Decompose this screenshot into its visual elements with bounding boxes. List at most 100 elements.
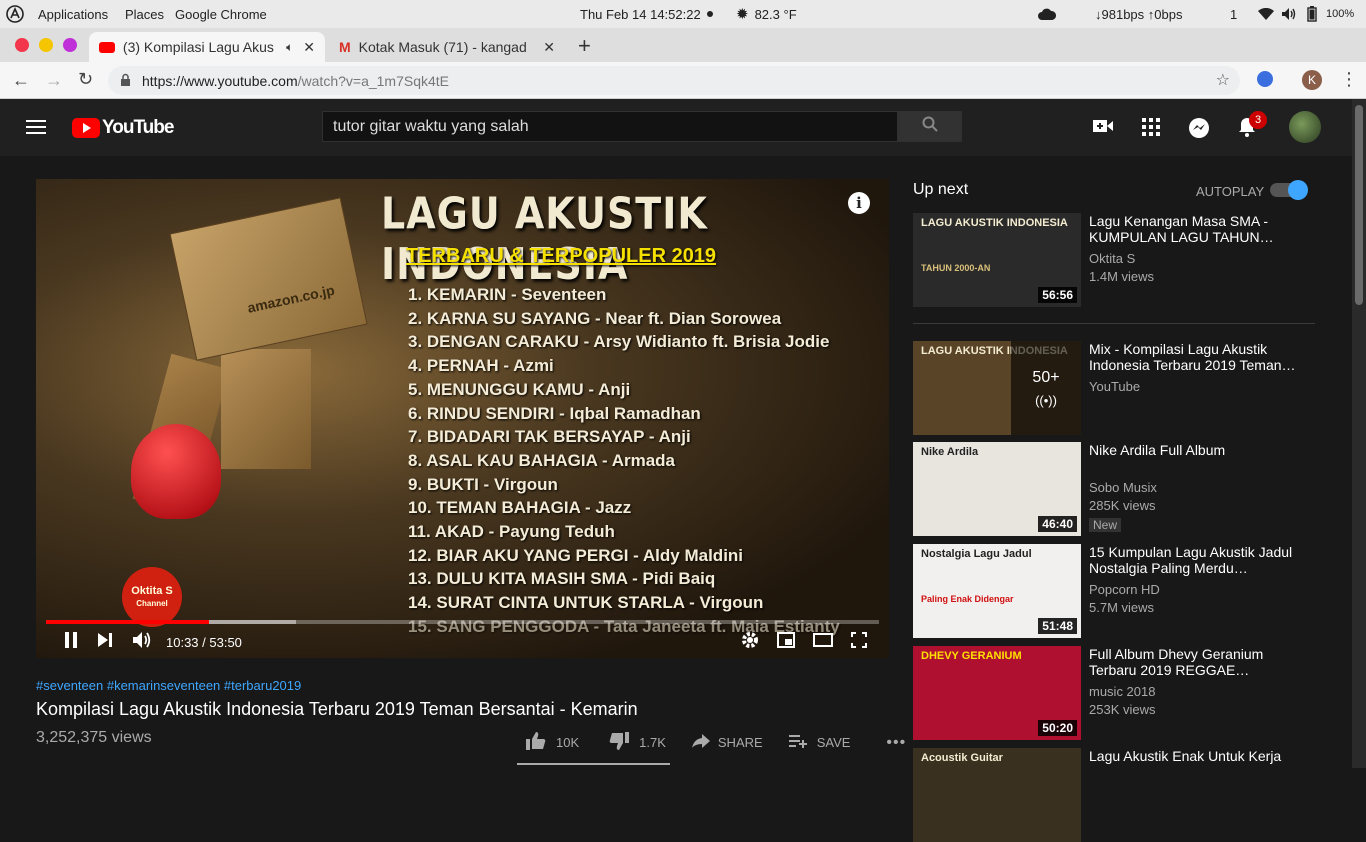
user-avatar[interactable] <box>1289 111 1321 143</box>
video-thumbnail[interactable]: LAGU AKUSTIK INDONESIA 50+ ((•)) <box>913 341 1081 435</box>
channel-name[interactable]: Sobo Musix <box>1089 480 1157 495</box>
share-button[interactable]: SHARE <box>691 734 763 751</box>
back-arrow-icon[interactable]: ← <box>12 70 30 91</box>
settings-gear-icon[interactable] <box>741 631 759 654</box>
workspace-indicator[interactable]: 1 <box>1230 0 1237 28</box>
volume-icon[interactable] <box>1281 0 1297 28</box>
activities-logo-icon[interactable] <box>6 0 24 28</box>
video-title[interactable]: Mix - Kompilasi Lagu Akustik Indonesia T… <box>1089 341 1304 373</box>
playlist-add-icon <box>788 734 807 751</box>
applications-menu[interactable]: Applications <box>38 0 108 28</box>
song-list-item: 13. DULU KITA MASIH SMA - Pidi Baiq <box>408 569 716 589</box>
video-thumbnail[interactable]: DHEVY GERANIUM 50:20 <box>913 646 1081 740</box>
bookmark-star-icon[interactable]: ☆ <box>1216 70 1230 90</box>
sentiment-bar <box>517 763 670 765</box>
places-menu[interactable]: Places <box>125 0 164 28</box>
thumbnail-text: Nostalgia Lagu Jadul <box>921 548 1032 560</box>
channel-name[interactable]: Oktita S <box>1089 251 1135 266</box>
video-thumbnail[interactable]: Acoustik Guitar <box>913 748 1081 842</box>
danbo-figure-body <box>221 349 311 469</box>
create-video-icon[interactable] <box>1093 118 1113 139</box>
close-window-button[interactable] <box>15 38 29 52</box>
dislike-button[interactable]: 1.7K <box>609 732 666 753</box>
tab-strip: (3) Kompilasi Lagu Akus 🔈︎ ✕ M Kotak Mas… <box>0 28 1366 62</box>
minimize-window-button[interactable] <box>39 38 53 52</box>
video-info: #seventeen #kemarinseventeen #terbaru201… <box>36 678 638 746</box>
cloud-icon[interactable] <box>1038 0 1056 28</box>
video-title[interactable]: 15 Kumpulan Lagu Akustik Jadul Nostalgia… <box>1089 544 1304 576</box>
video-title[interactable]: Lagu Akustik Enak Untuk Kerja <box>1089 748 1304 764</box>
video-title[interactable]: Nike Ardila Full Album <box>1089 442 1304 458</box>
video-thumbnail[interactable]: LAGU AKUSTIK INDONESIA TAHUN 2000-AN 56:56 <box>913 213 1081 307</box>
up-next-heading: Up next <box>913 181 969 198</box>
info-icon[interactable]: i <box>848 192 870 214</box>
thumbs-up-icon <box>526 732 546 753</box>
youtube-favicon-icon <box>99 41 115 53</box>
page-scrollbar[interactable] <box>1352 99 1366 768</box>
hashtags[interactable]: #seventeen #kemarinseventeen #terbaru201… <box>36 678 638 693</box>
video-title[interactable]: Lagu Kenangan Masa SMA - KUMPULAN LAGU T… <box>1089 213 1304 245</box>
up-next-video[interactable]: Nike Ardila 46:40 Nike Ardila Full Album So… <box>913 442 1315 536</box>
extension-icon[interactable] <box>1257 71 1273 87</box>
channel-name[interactable]: YouTube <box>1089 379 1140 394</box>
channel-name[interactable]: Popcorn HD <box>1089 582 1160 597</box>
volume-icon[interactable] <box>132 631 152 654</box>
song-list-item: 5. MENUNGGU KAMU - Anji <box>408 379 631 399</box>
autoplay-toggle[interactable] <box>1270 180 1308 200</box>
next-video-icon[interactable] <box>98 632 112 652</box>
up-next-video[interactable]: LAGU AKUSTIK INDONESIA 50+ ((•)) Mix - Komp… <box>913 341 1315 435</box>
search-input[interactable]: tutor gitar waktu yang salah <box>322 111 898 142</box>
tab-youtube[interactable]: (3) Kompilasi Lagu Akus 🔈︎ ✕ <box>89 32 325 62</box>
hamburger-menu-icon[interactable] <box>26 119 46 140</box>
close-tab-icon[interactable]: ✕ <box>303 39 315 56</box>
mix-overlay: 50+ ((•)) <box>1011 341 1081 435</box>
sun-icon: ✹ <box>736 6 749 23</box>
video-thumbnail[interactable]: Nike Ardila 46:40 <box>913 442 1081 536</box>
youtube-logo[interactable]: YouTube <box>72 117 174 139</box>
up-next-video[interactable]: LAGU AKUSTIK INDONESIA TAHUN 2000-AN 56:56… <box>913 213 1315 307</box>
like-button[interactable]: 10K <box>526 732 579 753</box>
search-icon <box>922 116 938 137</box>
apps-grid-icon[interactable] <box>1142 118 1160 141</box>
weather[interactable]: ✹ 82.3 °F <box>736 0 797 28</box>
video-duration: 46:40 <box>1038 516 1077 532</box>
pause-icon[interactable] <box>64 631 78 653</box>
progress-bar[interactable] <box>46 620 879 624</box>
forward-arrow-icon[interactable]: → <box>45 70 63 91</box>
video-title[interactable]: Full Album Dhevy Geranium Terbaru 2019 R… <box>1089 646 1304 678</box>
close-tab-icon[interactable]: ✕ <box>543 39 555 56</box>
chrome-menu-icon[interactable]: ⋮ <box>1340 69 1358 90</box>
up-next-divider <box>913 323 1315 324</box>
search-button[interactable] <box>897 111 962 142</box>
video-player[interactable]: amazon.co.jp Oktita S Channel LAGU AKUSTI… <box>36 179 889 658</box>
address-bar[interactable]: https://www.youtube.com/watch?v=a_1m7Sqk… <box>108 66 1240 95</box>
fullscreen-icon[interactable] <box>851 631 867 653</box>
up-next-video[interactable]: DHEVY GERANIUM 50:20 Full Album Dhevy Gera… <box>913 646 1315 740</box>
miniplayer-icon[interactable] <box>777 631 795 653</box>
browser-toolbar: ← → ↻ https://www.youtube.com/watch?v=a_… <box>0 62 1366 99</box>
new-tab-button[interactable]: + <box>578 33 591 59</box>
active-app-name[interactable]: Google Chrome <box>175 0 267 28</box>
audio-playing-icon[interactable]: 🔈︎ <box>286 40 293 55</box>
up-next-video[interactable]: Acoustik Guitar Lagu Akustik Enak Untuk K… <box>913 748 1315 842</box>
video-thumbnail[interactable]: Nostalgia Lagu Jadul Paling Enak Didengar… <box>913 544 1081 638</box>
wifi-icon[interactable] <box>1258 0 1274 28</box>
theater-mode-icon[interactable] <box>813 632 833 652</box>
more-actions-icon[interactable]: ••• <box>886 734 906 752</box>
channel-name[interactable]: music 2018 <box>1089 684 1155 699</box>
maximize-window-button[interactable] <box>63 38 77 52</box>
channel-watermark-logo[interactable]: Oktita S Channel <box>122 567 182 627</box>
song-list-item: 14. SURAT CINTA UNTUK STARLA - Virgoun <box>408 593 764 613</box>
battery-icon[interactable] <box>1307 0 1317 28</box>
clock[interactable]: Thu Feb 14 14:52:22 <box>580 0 713 28</box>
messages-icon[interactable] <box>1188 117 1210 144</box>
mix-radio-icon: ((•)) <box>1035 392 1057 408</box>
thumbnail-text: Nike Ardila <box>921 446 979 458</box>
profile-avatar[interactable]: K <box>1302 70 1322 90</box>
thumbnail-text: Acoustik Guitar <box>921 752 1003 764</box>
reload-icon[interactable]: ↻ <box>78 69 93 90</box>
save-button[interactable]: SAVE <box>788 734 850 751</box>
tab-gmail[interactable]: M Kotak Masuk (71) - kangad ✕ <box>329 32 565 62</box>
up-next-video[interactable]: Nostalgia Lagu Jadul Paling Enak Didengar… <box>913 544 1315 638</box>
battery-level: 100% <box>1326 8 1355 20</box>
